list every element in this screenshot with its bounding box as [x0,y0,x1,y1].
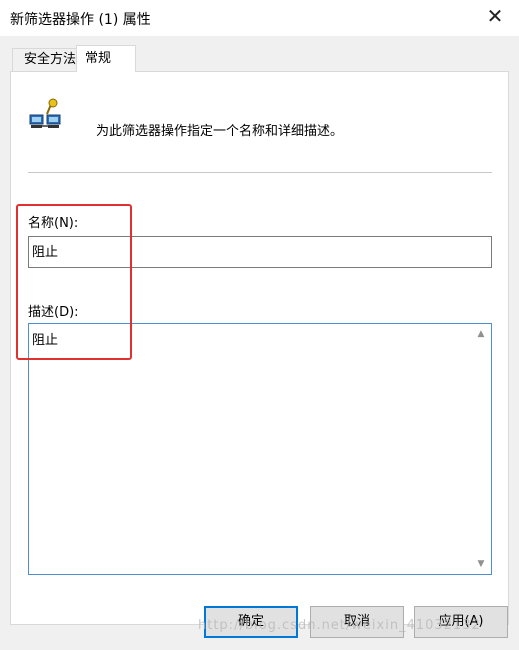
title-bar: 新筛选器操作 (1) 属性 ✕ [0,0,519,36]
scroll-up-icon[interactable]: ▲ [475,328,487,340]
network-computers-key-icon [29,98,61,128]
highlight-annotation-box [16,204,132,360]
general-description: 为此筛选器操作指定一个名称和详细描述。 [96,124,344,139]
dialog-client: 安全方法 常规 为此筛选器操作指定一个名称和详细描述。 名称(N): 阻止 描述… [0,36,519,650]
tab-general[interactable]: 常规 [76,45,136,72]
scroll-down-icon[interactable]: ▼ [475,558,487,570]
close-icon[interactable]: ✕ [483,4,507,28]
description-textarea[interactable]: 阻止 ▲ ▼ [28,323,492,575]
window-title: 新筛选器操作 (1) 属性 [10,12,151,28]
separator-line [28,172,492,173]
watermark-text: http://blog.csdn.net/weixin_41032132 [198,618,481,633]
